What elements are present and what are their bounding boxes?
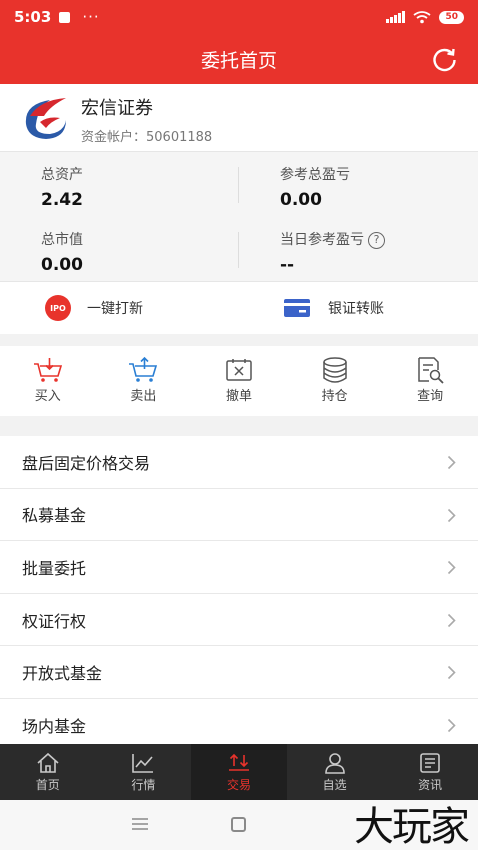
tab-market[interactable]: 行情 (96, 744, 192, 800)
cancel-order-icon (226, 359, 252, 381)
trade-icon (228, 753, 249, 771)
tab-news[interactable]: 资讯 (382, 744, 478, 800)
bank-transfer-label: 银证转账 (328, 301, 384, 317)
shopping-bag-icon (59, 11, 71, 23)
account-number: 50601188 (146, 130, 213, 145)
signal-icon (386, 11, 406, 23)
buy-label: 买入 (34, 389, 61, 404)
bottom-tab-bar: 首页 行情 交易 自选 资讯 (0, 744, 478, 800)
menu-icon[interactable] (132, 818, 148, 830)
menu-item-label: 场内基金 (22, 716, 87, 736)
watermark-text: 大玩家 (354, 804, 470, 850)
function-menu: 盘后固定价格交易 私募基金 批量委托 权证行权 开放式基金 场内基金 (0, 436, 478, 752)
account-label: 资金帐户： (81, 130, 147, 145)
menu-item-open-end-fund[interactable]: 开放式基金 (0, 646, 478, 699)
menu-item-batch-order[interactable]: 批量委托 (0, 541, 478, 594)
help-icon[interactable]: ? (368, 232, 385, 249)
tab-watchlist[interactable]: 自选 (287, 744, 383, 800)
holdings-icon (322, 357, 347, 383)
account-line: 资金帐户：50601188 (81, 126, 212, 145)
total-pnl: 参考总盈亏 0.00 (280, 164, 350, 210)
menu-item-private-fund[interactable]: 私募基金 (0, 489, 478, 542)
sell-button[interactable]: 卖出 (96, 346, 192, 416)
query-button[interactable]: 查询 (382, 346, 478, 416)
holdings-button[interactable]: 持仓 (287, 346, 383, 416)
total-pnl-label: 参考总盈亏 (280, 167, 350, 183)
broker-name: 宏信证券 (81, 98, 153, 119)
total-assets: 总资产 2.42 (41, 164, 83, 210)
buy-cart-icon (33, 358, 62, 382)
page-title: 委托首页 (200, 49, 277, 72)
daily-pnl-label-row: 当日参考盈亏? (280, 229, 385, 249)
tab-label: 交易 (226, 778, 251, 792)
query-label: 查询 (417, 389, 444, 404)
bank-card-icon (284, 299, 310, 317)
query-icon (418, 357, 444, 384)
tab-trade[interactable]: 交易 (191, 744, 287, 800)
account-panel: 宏信证券 资金帐户：50601188 (0, 84, 478, 151)
menu-item-warrant-exercise[interactable]: 权证行权 (0, 594, 478, 647)
chevron-right-icon (447, 455, 456, 470)
status-bar: 5:03 ··· 50 (0, 0, 478, 34)
holdings-label: 持仓 (321, 389, 348, 404)
market-value: 总市值 0.00 (41, 229, 83, 275)
market-value-label: 总市值 (41, 232, 83, 248)
ipo-icon: IPO (45, 295, 71, 321)
market-value-value: 0.00 (41, 255, 83, 275)
home-button-icon[interactable] (231, 817, 246, 832)
chevron-right-icon (447, 718, 456, 733)
clock: 5:03 (14, 8, 52, 26)
daily-pnl-label: 当日参考盈亏 (280, 232, 364, 248)
news-icon (420, 753, 440, 773)
asset-summary: 总资产 2.42 参考总盈亏 0.00 总市值 0.00 当日参考盈亏? -- (0, 151, 478, 282)
home-icon (37, 752, 59, 773)
sell-label: 卖出 (130, 389, 157, 404)
user-icon (324, 753, 345, 774)
chevron-right-icon (447, 561, 456, 575)
tab-label: 首页 (35, 778, 60, 792)
app-header: 委托首页 (0, 34, 478, 84)
menu-item-label: 盘后固定价格交易 (22, 453, 151, 473)
menu-item-label: 私募基金 (22, 506, 87, 526)
menu-item-after-hours-fixed-price[interactable]: 盘后固定价格交易 (0, 436, 478, 489)
chevron-right-icon (447, 613, 456, 627)
menu-item-label: 权证行权 (22, 611, 87, 631)
trade-actions: 买入 卖出 撤单 持仓 查询 (0, 346, 478, 416)
wifi-icon (413, 10, 432, 23)
refresh-icon[interactable] (431, 46, 458, 73)
ipo-label: 一键打新 (87, 301, 143, 317)
divider (238, 232, 239, 268)
total-assets-label: 总资产 (41, 167, 83, 183)
cancel-order-button[interactable]: 撤单 (191, 346, 287, 416)
divider (238, 167, 239, 203)
quick-links: IPO 一键打新 银证转账 (0, 282, 478, 334)
tab-home[interactable]: 首页 (0, 744, 96, 800)
sell-cart-icon (129, 356, 158, 382)
menu-item-label: 批量委托 (22, 558, 87, 578)
total-assets-value: 2.42 (41, 190, 83, 210)
daily-pnl-value: -- (280, 255, 295, 275)
chevron-right-icon (447, 508, 456, 522)
daily-pnl: 当日参考盈亏? -- (280, 229, 385, 275)
cancel-order-label: 撤单 (225, 389, 252, 404)
tab-label: 自选 (322, 778, 347, 792)
menu-item-label: 开放式基金 (22, 664, 103, 684)
bank-transfer-button[interactable]: 银证转账 (284, 282, 384, 334)
broker-logo (25, 98, 66, 139)
more-notifications-icon: ··· (82, 8, 100, 26)
total-pnl-value: 0.00 (280, 190, 322, 210)
tab-label: 资讯 (418, 778, 443, 792)
buy-button[interactable]: 买入 (0, 346, 96, 416)
battery-icon: 50 (439, 10, 464, 24)
chart-icon (132, 754, 154, 773)
chevron-right-icon (447, 666, 456, 680)
system-nav-bar: 大玩家 (0, 800, 478, 850)
tab-label: 行情 (131, 778, 156, 792)
ipo-one-click-button[interactable]: IPO 一键打新 (45, 282, 143, 334)
